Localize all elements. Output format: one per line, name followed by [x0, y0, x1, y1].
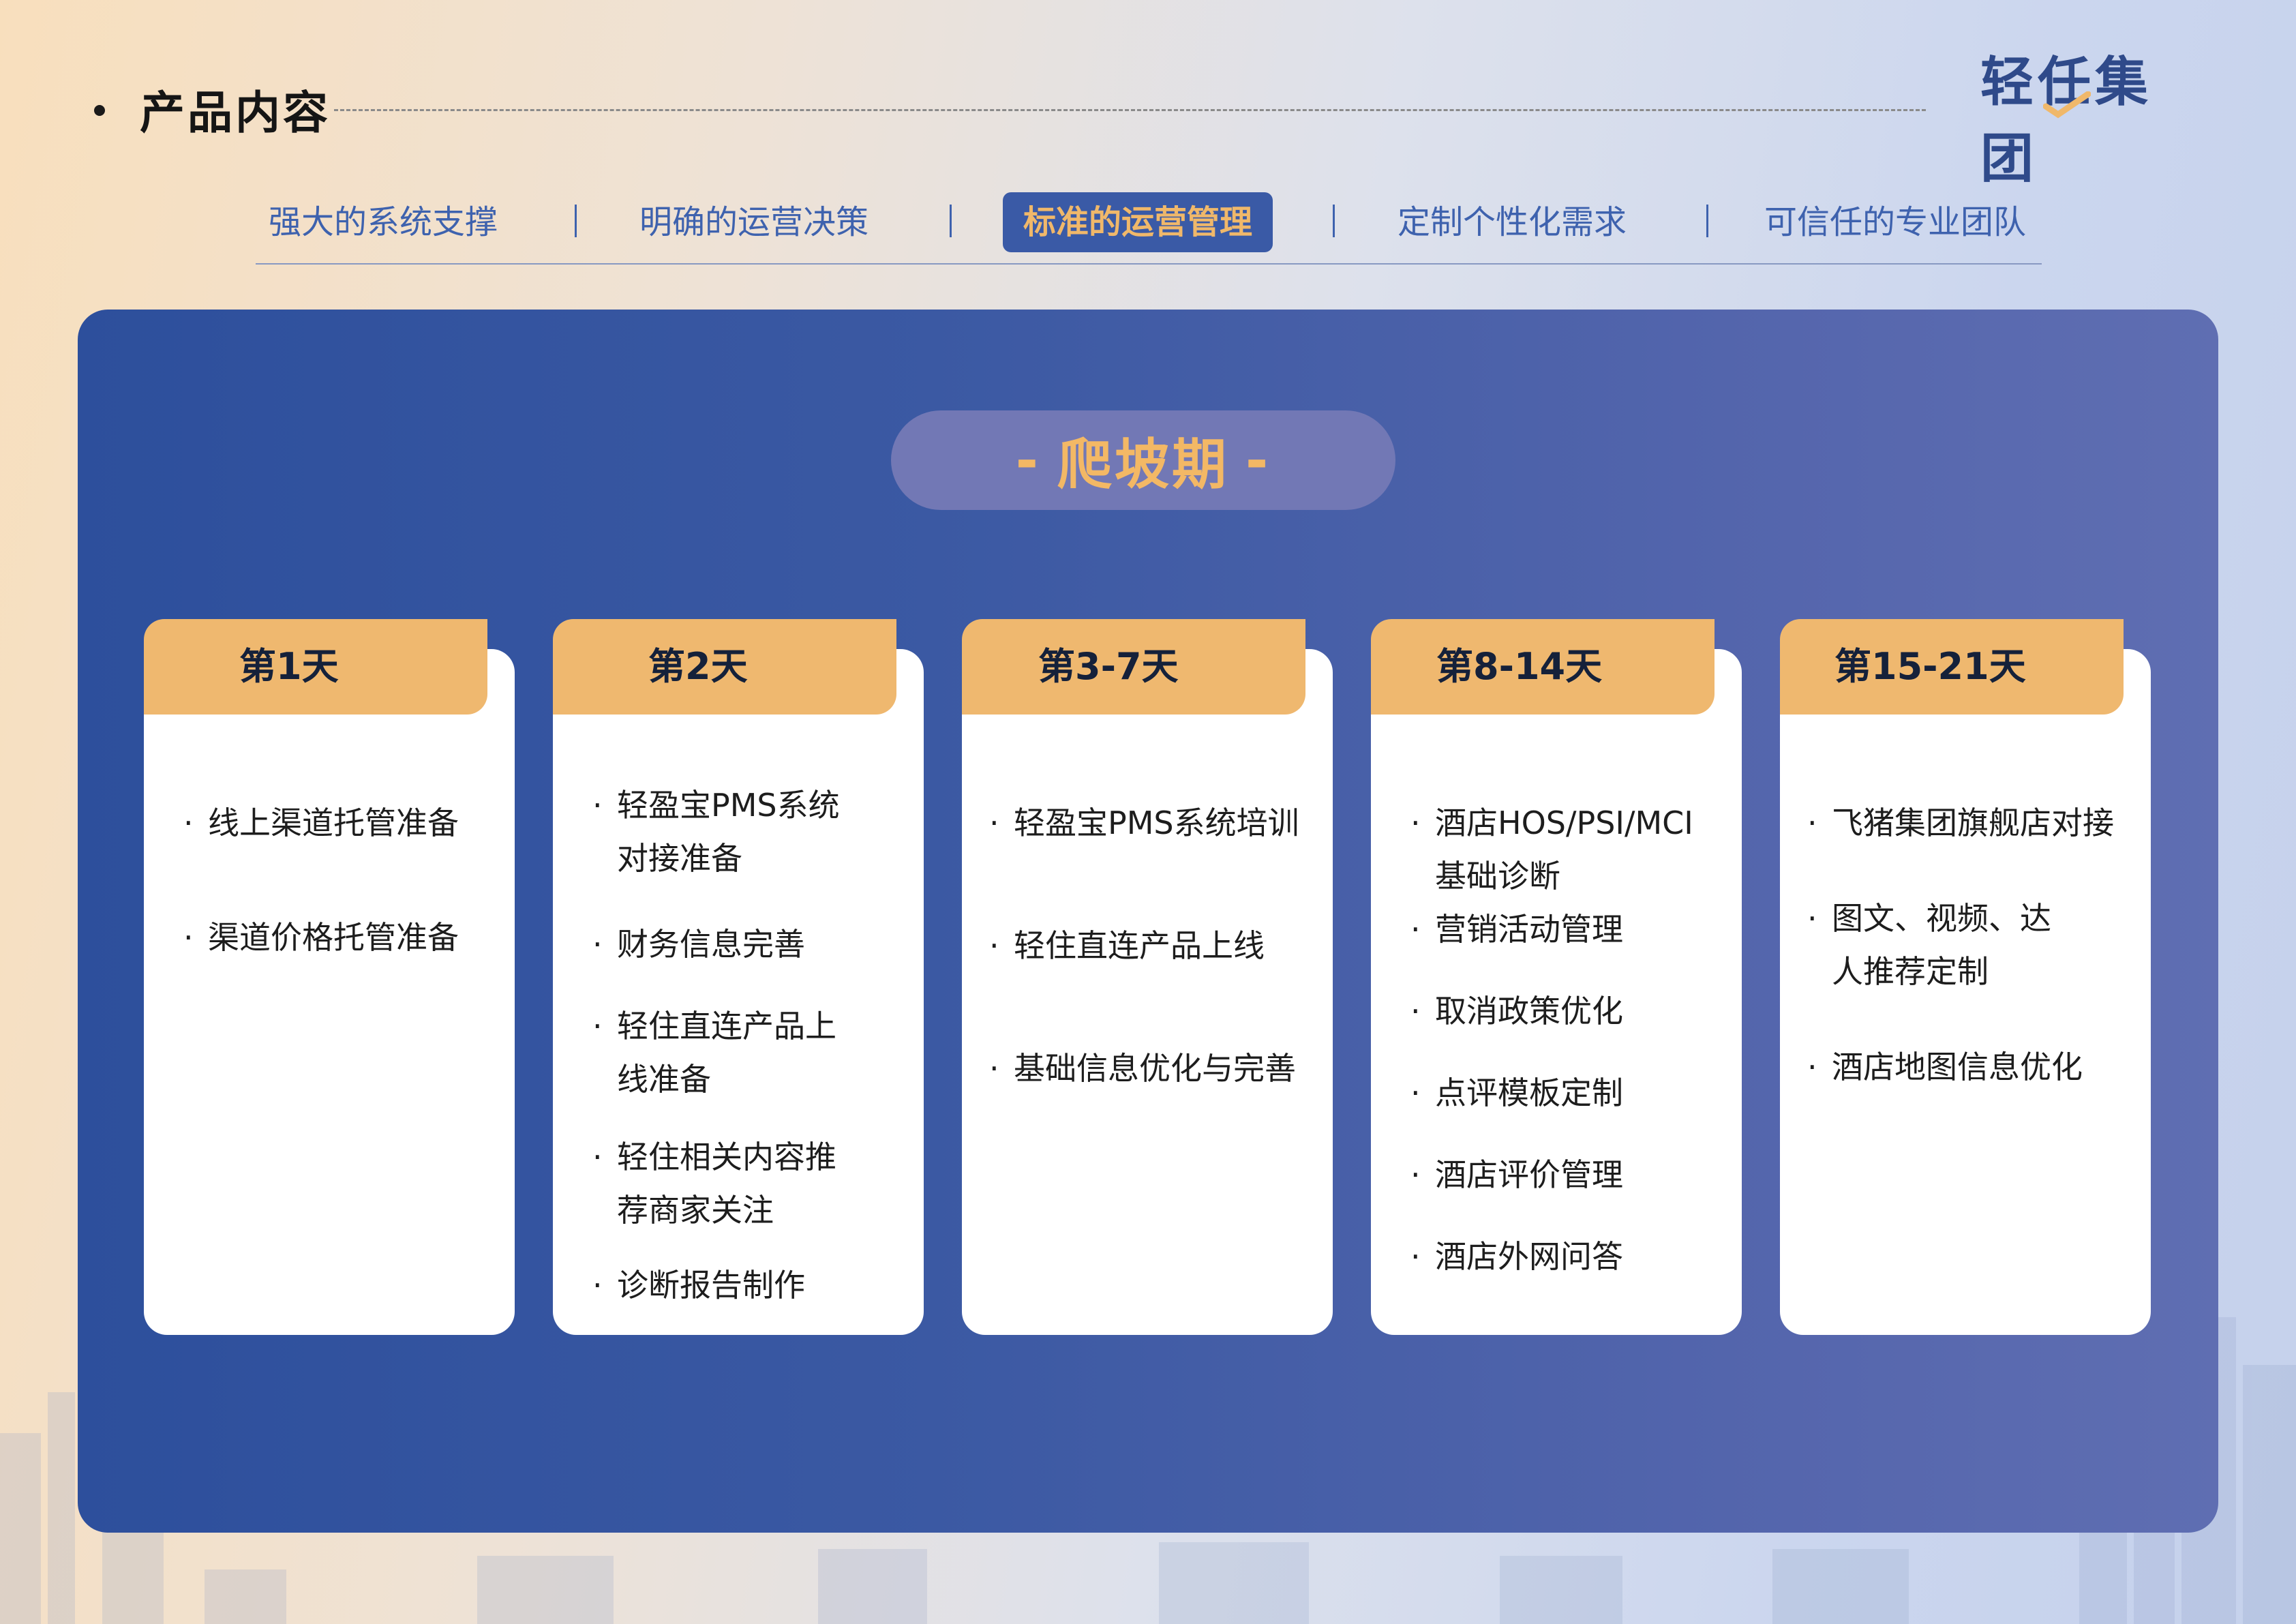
- bullet-glyph: ·: [592, 926, 603, 963]
- header-dashed-rule: [334, 109, 1926, 111]
- bullet-glyph: ·: [1410, 993, 1421, 1029]
- bullet-glyph: ·: [1410, 805, 1421, 841]
- list-item: · 轻住直连产品上线: [989, 919, 1319, 972]
- bullet-glyph: ·: [592, 787, 603, 824]
- tab-professional-team[interactable]: 可信任的专业团队: [1759, 192, 2031, 252]
- list-item: · 酒店外网问答: [1410, 1230, 1715, 1283]
- page-title: 产品内容: [140, 87, 331, 139]
- bullet-glyph: ·: [989, 805, 999, 841]
- day-card: 第1天 · 线上渠道托管准备 · 渠道价格托管准备: [144, 619, 515, 1335]
- day-card-title: 第2天: [553, 619, 896, 715]
- bullet-glyph: ·: [989, 927, 999, 964]
- day-card-title: 第1天: [144, 619, 487, 715]
- phase-title-pill: - 爬坡期 -: [891, 410, 1395, 510]
- day-card-items: · 轻盈宝PMS系统对接准备 · 财务信息完善 · 轻住直连产品上线准备 · 轻住相关内…: [592, 779, 862, 1312]
- bullet-glyph: ·: [592, 1139, 603, 1175]
- section-tabs: 强大的系统支撑 明确的运营决策 标准的运营管理 定制个性化需求 可信任的专业团队: [256, 184, 2042, 265]
- bullet-glyph: ·: [592, 1008, 603, 1044]
- title-bullet-dot: [94, 105, 105, 116]
- bullet-glyph: ·: [1807, 805, 1817, 841]
- bullet-glyph: ·: [1410, 1074, 1421, 1111]
- list-item: · 酒店HOS/PSI/MCI基础诊断: [1410, 796, 1715, 903]
- phase-title: 爬坡期: [1057, 433, 1229, 496]
- tab-system-support[interactable]: 强大的系统支撑: [264, 192, 502, 252]
- tab-separator: [1333, 205, 1335, 237]
- list-item: · 线上渠道托管准备: [183, 796, 494, 849]
- day-card-items: · 酒店HOS/PSI/MCI基础诊断 · 营销活动管理 · 取消政策优化 · 点评模板…: [1410, 796, 1715, 1283]
- phase-dash-left: -: [1015, 428, 1041, 492]
- day-card-body: [144, 649, 515, 1335]
- content-panel: - 爬坡期 - 第1天 · 线上渠道托管准备 · 渠道价格托管准备 第2天 · 轻盈宝…: [78, 310, 2218, 1533]
- brand-logo: 轻任集团: [1980, 52, 2205, 190]
- list-item: · 酒店评价管理: [1410, 1148, 1715, 1201]
- logo-check-mark-icon: [2043, 91, 2091, 119]
- day-card-items: · 轻盈宝PMS系统培训 · 轻住直连产品上线 · 基础信息优化与完善: [989, 796, 1319, 1095]
- bullet-glyph: ·: [183, 919, 194, 956]
- day-card-title: 第15-21天: [1780, 619, 2124, 715]
- bullet-glyph: ·: [1807, 900, 1817, 937]
- bullet-glyph: ·: [183, 805, 194, 841]
- brand-logo-text: 轻任集团: [1980, 52, 2153, 190]
- list-item: · 营销活动管理: [1410, 903, 1715, 956]
- list-item: · 基础信息优化与完善: [989, 1042, 1319, 1095]
- list-item: · 轻盈宝PMS系统对接准备: [592, 779, 862, 885]
- list-item: · 酒店地图信息优化: [1807, 1040, 2137, 1094]
- tab-operation-decision[interactable]: 明确的运营决策: [635, 192, 873, 252]
- list-item: · 财务信息完善: [592, 918, 862, 971]
- bullet-glyph: ·: [1410, 1156, 1421, 1193]
- day-card: 第8-14天 · 酒店HOS/PSI/MCI基础诊断 · 营销活动管理 · 取消政策优…: [1371, 619, 1742, 1335]
- list-item: · 取消政策优化: [1410, 984, 1715, 1038]
- tab-separator: [575, 205, 577, 237]
- tab-separator: [1706, 205, 1708, 237]
- list-item: · 轻住直连产品上线准备: [592, 999, 862, 1106]
- bullet-glyph: ·: [989, 1050, 999, 1087]
- bullet-glyph: ·: [1410, 1238, 1421, 1275]
- tab-custom-needs[interactable]: 定制个性化需求: [1393, 192, 1631, 252]
- day-card-items: · 飞猪集团旗舰店对接 · 图文、视频、达人推荐定制 · 酒店地图信息优化: [1807, 796, 2137, 1094]
- day-card: 第2天 · 轻盈宝PMS系统对接准备 · 财务信息完善 · 轻住直连产品上线准备 · 轻…: [553, 619, 924, 1335]
- list-item: · 图文、视频、达人推荐定制: [1807, 892, 2137, 998]
- list-item: · 渠道价格托管准备: [183, 911, 494, 964]
- day-card: 第3-7天 · 轻盈宝PMS系统培训 · 轻住直连产品上线 · 基础信息优化与完善: [962, 619, 1333, 1335]
- phase-dash-right: -: [1245, 428, 1271, 492]
- list-item: · 轻盈宝PMS系统培训: [989, 796, 1319, 849]
- tab-operation-management[interactable]: 标准的运营管理: [1003, 192, 1273, 252]
- day-card-title: 第8-14天: [1371, 619, 1715, 715]
- day-card-title: 第3-7天: [962, 619, 1305, 715]
- list-item: · 飞猪集团旗舰店对接: [1807, 796, 2137, 849]
- list-item: · 轻住相关内容推荐商家关注: [592, 1130, 862, 1237]
- bullet-glyph: ·: [1807, 1049, 1817, 1085]
- list-item: · 点评模板定制: [1410, 1066, 1715, 1119]
- bullet-glyph: ·: [592, 1267, 603, 1304]
- tab-separator: [950, 205, 952, 237]
- bullet-glyph: ·: [1410, 911, 1421, 948]
- day-card-items: · 线上渠道托管准备 · 渠道价格托管准备: [183, 796, 494, 964]
- day-card: 第15-21天 · 飞猪集团旗舰店对接 · 图文、视频、达人推荐定制 · 酒店地图信息…: [1780, 619, 2151, 1335]
- list-item: · 诊断报告制作: [592, 1259, 862, 1312]
